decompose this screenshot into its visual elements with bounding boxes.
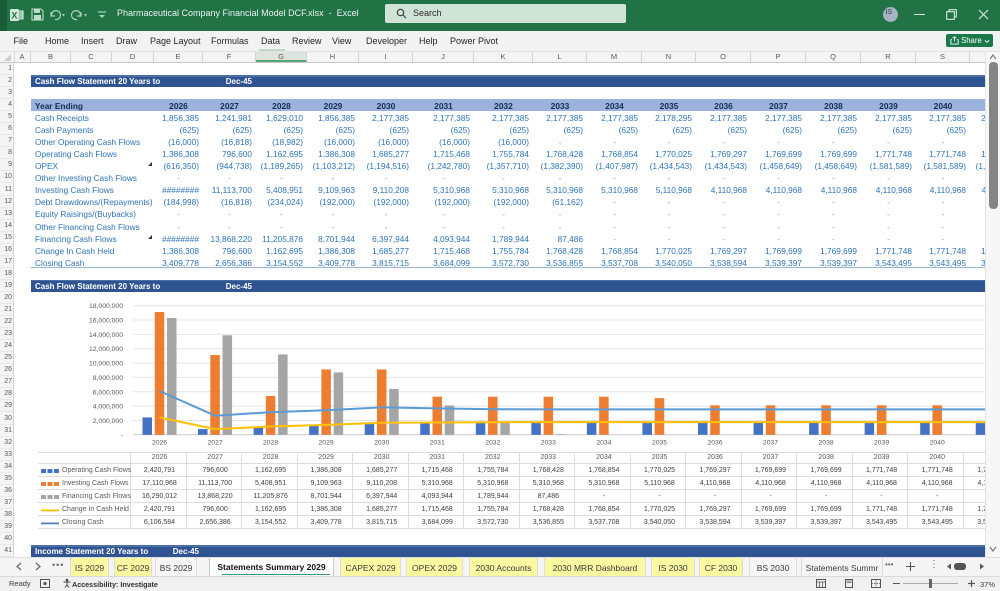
svg-text:2031: 2031 [430, 440, 445, 447]
svg-text:2033: 2033 [541, 440, 556, 447]
svg-text:2032: 2032 [485, 440, 500, 447]
svg-text:10,000,000: 10,000,000 [89, 361, 123, 368]
svg-text:2028: 2028 [263, 440, 278, 447]
svg-text:2,000,000: 2,000,000 [93, 418, 123, 425]
svg-text:2027: 2027 [208, 440, 223, 447]
svg-text:2026: 2026 [152, 440, 167, 447]
svg-text:16,000,000: 16,000,000 [89, 318, 123, 325]
svg-text:2040: 2040 [930, 440, 945, 447]
svg-text:14,000,000: 14,000,000 [89, 332, 123, 339]
svg-text:2029: 2029 [319, 440, 334, 447]
svg-text:12,000,000: 12,000,000 [89, 346, 123, 353]
svg-text:2030: 2030 [374, 440, 389, 447]
svg-text:2035: 2035 [652, 440, 667, 447]
svg-text:2034: 2034 [596, 440, 611, 447]
svg-text:18,000,000: 18,000,000 [89, 303, 123, 310]
svg-text:X: X [11, 11, 17, 21]
svg-text:8,000,000: 8,000,000 [93, 375, 123, 382]
svg-text:2039: 2039 [874, 440, 889, 447]
svg-text:6,000,000: 6,000,000 [93, 389, 123, 396]
svg-text:2038: 2038 [819, 440, 834, 447]
svg-text:4,000,000: 4,000,000 [93, 404, 123, 411]
svg-text:2037: 2037 [763, 440, 778, 447]
svg-text:2036: 2036 [707, 440, 722, 447]
svg-text:-: - [121, 432, 123, 439]
